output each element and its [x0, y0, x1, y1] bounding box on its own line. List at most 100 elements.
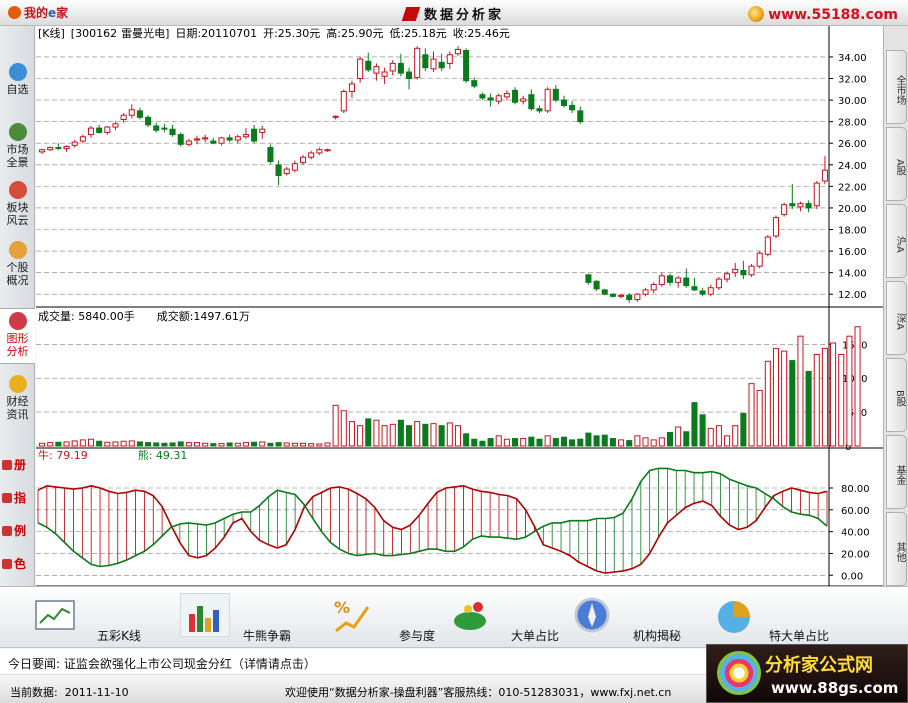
candle-body	[601, 289, 608, 295]
market-tab-6[interactable]: 其他	[886, 512, 907, 586]
market-tab-3[interactable]: 深A	[886, 281, 907, 355]
stock-charts[interactable]: [K线] [300162 雷曼光电] 日期:20110701 开:25.30元 高:25.…	[36, 26, 883, 587]
promo-banner[interactable]: 分析家公式网 www.88gs.com	[706, 644, 908, 703]
candle-body	[552, 88, 559, 101]
candle-body	[226, 137, 233, 141]
side-tab-icon	[2, 493, 12, 503]
toolbar-button-0[interactable]: 五彩K线	[32, 589, 160, 647]
market-tab-0[interactable]: 全市场	[886, 50, 907, 124]
volume-bar	[569, 439, 576, 447]
nav-label: 市场全景	[6, 143, 29, 169]
nav-label: 图形分析	[6, 332, 29, 358]
candle-body	[740, 269, 747, 276]
candle-body	[503, 93, 510, 98]
volume-bar	[503, 438, 510, 447]
volume-bar	[283, 442, 290, 447]
toolbar-button-3[interactable]: 大单占比	[448, 589, 576, 647]
nav-item-0[interactable]: 自选	[0, 60, 35, 110]
candle-body	[47, 147, 54, 151]
toolbar-button-2[interactable]: % 参与度	[330, 589, 458, 647]
flower-logo-icon	[717, 651, 761, 695]
candle-body	[422, 54, 429, 69]
candle-body	[512, 89, 519, 103]
blocks-icon	[8, 181, 27, 199]
volume-bar	[104, 441, 111, 447]
volume-bar	[634, 435, 641, 447]
candle-body	[365, 60, 372, 71]
toolbar-button-5[interactable]: 特大单占比	[712, 589, 840, 647]
volume-bar	[267, 442, 274, 447]
nav-item-4[interactable]: 图形分析	[0, 308, 35, 364]
volume-bar	[55, 441, 62, 447]
volume-bar	[96, 440, 103, 447]
candle-body	[251, 128, 258, 142]
chart-area[interactable]: [K线] [300162 雷曼光电] 日期:20110701 开:25.30元 高:25.…	[36, 26, 883, 587]
svg-text:%: %	[334, 598, 350, 617]
volume-bar	[650, 439, 657, 447]
header-close: 收:25.46元	[453, 26, 510, 40]
toolbar-button-4[interactable]: 机构揭秘	[570, 589, 698, 647]
magnifier-icon	[8, 63, 27, 81]
volume-bar	[348, 421, 355, 447]
candle-body	[373, 66, 380, 74]
volume-bar	[340, 410, 347, 447]
volume-bar	[120, 440, 127, 447]
candle-body	[406, 71, 413, 80]
side-tab-1[interactable]: 指	[2, 489, 32, 506]
toolbar-label: 机构揭秘	[632, 629, 681, 643]
volume-bar	[446, 422, 453, 447]
volume-bar	[357, 425, 364, 447]
volume-bar	[397, 419, 404, 447]
price-tick-label: 18.00	[838, 226, 867, 237]
candle-body	[438, 61, 445, 69]
market-tab-4[interactable]: B股	[886, 358, 907, 432]
volume-bar	[291, 442, 298, 447]
news-prefix: 今日要闻:	[8, 657, 61, 671]
coin-icon	[8, 375, 27, 393]
side-tab-icon	[2, 526, 12, 536]
site-link[interactable]: www.55188.com	[748, 6, 898, 23]
news-headline[interactable]: 证监会欲强化上市公司现金分红（详情请点击）	[64, 657, 316, 671]
volume-bar	[764, 360, 771, 447]
volume-bar	[373, 419, 380, 447]
volume-bar	[63, 441, 70, 447]
candle-body	[153, 125, 160, 131]
candle-body	[463, 49, 470, 82]
volume-bar	[259, 441, 266, 447]
side-tab-3[interactable]: 色	[2, 555, 32, 572]
candle-body	[495, 95, 502, 102]
volume-bar	[658, 437, 665, 447]
volume-bar	[846, 335, 853, 447]
toolbar-button-1[interactable]: 牛熊争霸	[180, 589, 308, 647]
volume-bar	[675, 426, 682, 447]
candle-body	[732, 268, 739, 274]
volume-bar	[724, 435, 731, 447]
header-code: [300162	[71, 27, 117, 40]
side-tab-2[interactable]: 例	[2, 522, 32, 539]
side-tab-icon	[2, 559, 12, 569]
nav-item-3[interactable]: 个股概况	[0, 238, 35, 288]
app-title-text: 数据分析家	[423, 8, 504, 23]
side-tab-0[interactable]: 册	[2, 456, 32, 473]
candle-body	[128, 109, 135, 116]
candle-body	[242, 134, 249, 138]
volume-bar	[593, 435, 600, 447]
candle-body	[112, 123, 119, 128]
candle-body	[71, 141, 78, 146]
candle-body	[63, 145, 70, 150]
market-tab-1[interactable]: A股	[886, 127, 907, 201]
market-tab-2[interactable]: 沪A	[886, 204, 907, 278]
nav-item-1[interactable]: 市场全景	[0, 120, 35, 170]
price-tick-label: 28.00	[838, 118, 867, 129]
candle-body	[340, 90, 347, 112]
volume-bar	[560, 436, 568, 447]
nav-item-2[interactable]: 板块风云	[0, 178, 35, 228]
candle-body	[471, 80, 478, 87]
candle-body	[348, 83, 355, 92]
nav-item-5[interactable]: 财经资讯	[0, 372, 35, 422]
side-tab-label: 册	[14, 458, 27, 472]
volume-bar	[324, 442, 331, 447]
indicator-tick-label: 60.00	[841, 506, 870, 517]
market-tab-5[interactable]: 基金	[886, 435, 907, 509]
volume-bar	[71, 440, 78, 447]
